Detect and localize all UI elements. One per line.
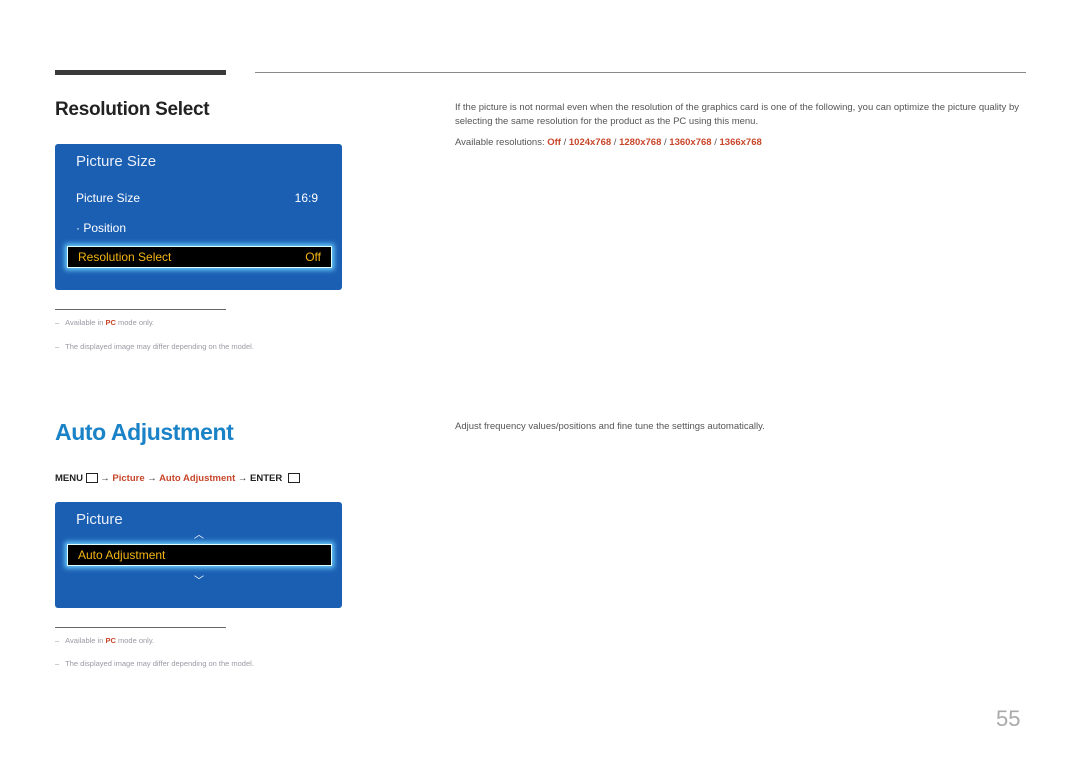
osd-row-picture-size[interactable]: Picture Size 16:9 xyxy=(76,191,318,205)
osd-row-resolution-select[interactable]: Resolution Select Off xyxy=(67,246,332,268)
pc-highlight: PC xyxy=(105,318,116,327)
header-bar-thick xyxy=(55,70,226,75)
osd-title: Picture xyxy=(76,511,123,528)
osd-selected-label: Auto Adjustment xyxy=(78,548,166,562)
osd-title: Picture Size xyxy=(76,153,157,170)
section-heading-resolution-select: Resolution Select xyxy=(55,99,210,120)
osd-row-label: · Position xyxy=(76,221,127,235)
osd-selected-label: Resolution Select xyxy=(78,250,172,264)
description-resolution: If the picture is not normal even when t… xyxy=(455,102,1019,127)
note-divider xyxy=(55,627,226,628)
chevron-up-icon[interactable]: ︿ xyxy=(194,526,204,541)
page-number: 55 xyxy=(996,706,1021,731)
header-bar-thin xyxy=(255,72,1026,73)
osd-row-auto-adjustment[interactable]: Auto Adjustment xyxy=(67,544,332,566)
available-resolutions: Available resolutions: Off / 1024x768 / … xyxy=(455,137,762,148)
note-divider xyxy=(55,309,226,310)
chevron-down-icon[interactable]: ﹀ xyxy=(194,572,204,587)
osd-picture: Picture ︿ Auto Adjustment ﹀ xyxy=(55,502,342,608)
enter-icon xyxy=(287,473,300,484)
description-auto-adjustment: Adjust frequency values/positions and fi… xyxy=(455,421,765,432)
osd-picture-size: Picture Size Picture Size 16:9 · Positio… xyxy=(55,144,342,290)
section-heading-auto-adjustment: Auto Adjustment xyxy=(55,419,234,445)
osd-row-value: 16:9 xyxy=(294,191,318,205)
note-pc-mode: – Available in PC mode only. xyxy=(55,636,155,645)
note-image-differ: – The displayed image may differ dependin… xyxy=(55,659,254,668)
menu-icon xyxy=(85,473,98,484)
menu-path: MENU → Picture → Auto Adjustment → ENTER xyxy=(55,473,300,484)
pc-highlight: PC xyxy=(105,636,116,645)
note-pc-mode: – Available in PC mode only. xyxy=(55,318,155,327)
osd-row-label: Picture Size xyxy=(76,191,141,205)
note-image-differ: – The displayed image may differ dependin… xyxy=(55,342,254,351)
osd-row-position[interactable]: · Position xyxy=(76,221,318,235)
osd-selected-value: Off xyxy=(305,250,321,264)
